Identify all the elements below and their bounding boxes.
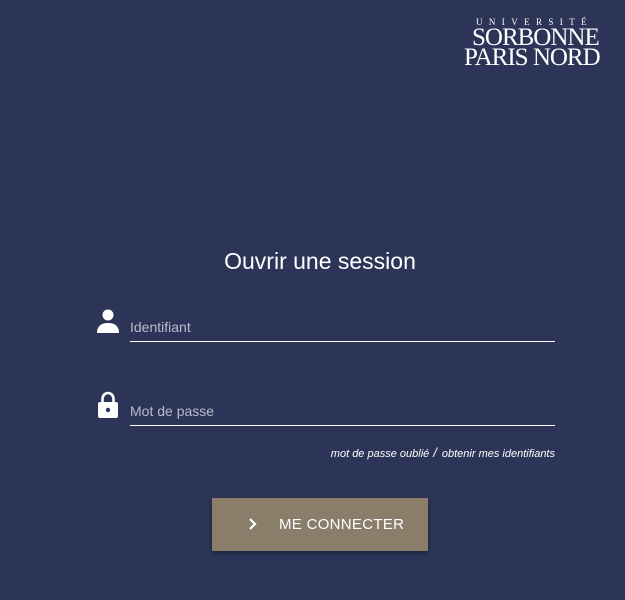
password-input[interactable] [130, 386, 555, 426]
get-credentials-link[interactable]: obtenir mes identifiants [442, 448, 555, 460]
password-field-group [95, 386, 555, 430]
university-logo: UNIVERSITÉ SORBONNE PARIS NORD [463, 17, 613, 71]
lock-icon [95, 390, 121, 420]
login-button[interactable]: ME CONNECTER [212, 498, 428, 551]
username-input[interactable] [130, 302, 555, 342]
forgot-password-link[interactable]: mot de passe oublié [331, 448, 429, 460]
username-field-group [95, 302, 555, 346]
logo-line-paris-nord: PARIS NORD [464, 44, 601, 71]
account-links: mot de passe oublié / obtenir mes identifi… [331, 445, 555, 462]
page-title: Ouvrir une session [224, 248, 416, 274]
login-button-label: ME CONNECTER [279, 516, 405, 533]
links-separator: / [433, 445, 437, 460]
chevron-right-icon [247, 516, 259, 532]
person-icon [95, 306, 121, 336]
